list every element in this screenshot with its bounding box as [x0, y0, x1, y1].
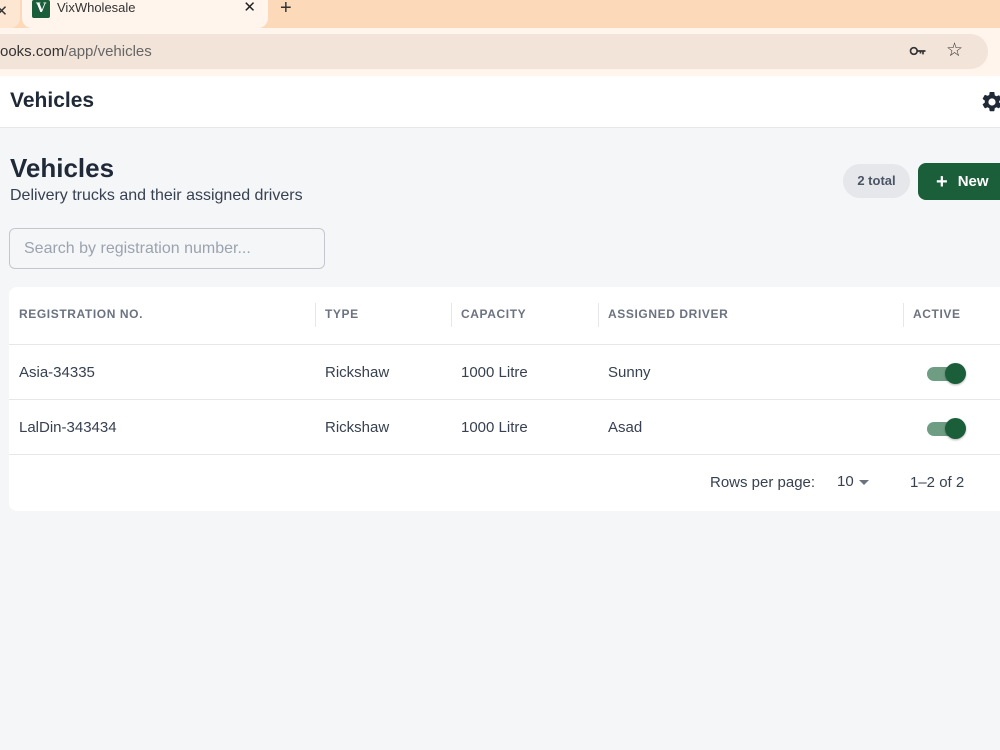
browser-tab-previous[interactable]: ✕ — [0, 0, 20, 28]
rows-per-page-select[interactable]: 10 — [837, 473, 854, 490]
url-text: ooks.com/app/vehicles — [0, 43, 152, 60]
app-header: Vehicles — [0, 76, 1000, 128]
key-icon[interactable] — [908, 41, 928, 61]
url-field[interactable]: ooks.com/app/vehicles ☆ — [0, 34, 988, 69]
url-path: /app/vehicles — [64, 43, 152, 60]
chevron-down-icon[interactable] — [859, 480, 869, 485]
column-header-assigned-driver[interactable]: ASSIGNED DRIVER — [598, 287, 903, 345]
gear-icon[interactable] — [980, 90, 1000, 114]
browser-tab-strip: ✕ V VixWholesale ✕ + — [0, 0, 1000, 28]
vehicles-table: REGISTRATION NO. TYPE CAPACITY ASSIGNED … — [9, 287, 1000, 511]
pagination-range: 1–2 of 2 — [910, 474, 965, 491]
page-title: Vehicles — [10, 153, 115, 183]
active-toggle[interactable] — [927, 362, 967, 384]
table-row[interactable]: Asia-34335 Rickshaw 1000 Litre Sunny — [9, 346, 1000, 400]
table-row[interactable]: LalDin-343434 Rickshaw 1000 Litre Asad — [9, 401, 1000, 455]
column-header-capacity[interactable]: CAPACITY — [451, 287, 598, 345]
cell-capacity: 1000 Litre — [461, 419, 528, 436]
column-header-type[interactable]: TYPE — [315, 287, 451, 345]
cell-type: Rickshaw — [325, 419, 390, 436]
cell-registration: LalDin-343434 — [19, 419, 117, 436]
rows-per-page-label: Rows per page: — [710, 474, 816, 491]
app-header-title: Vehicles — [10, 89, 95, 112]
cell-type: Rickshaw — [325, 364, 390, 381]
tab-title: VixWholesale — [57, 0, 136, 15]
new-vehicle-button[interactable]: + New — [918, 163, 1000, 200]
plus-icon: + — [936, 171, 948, 193]
page-subtitle: Delivery trucks and their assigned drive… — [10, 187, 303, 204]
favicon-icon: V — [32, 0, 50, 18]
table-pagination: Rows per page: 10 1–2 of 2 — [9, 457, 1000, 511]
browser-address-bar: ooks.com/app/vehicles ☆ — [0, 28, 1000, 76]
toggle-thumb — [945, 418, 966, 439]
active-toggle[interactable] — [927, 417, 967, 439]
cell-driver: Sunny — [608, 364, 651, 381]
browser-tab-active[interactable]: V VixWholesale ✕ — [22, 0, 268, 28]
close-icon[interactable]: ✕ — [243, 0, 256, 16]
cell-driver: Asad — [608, 419, 643, 436]
cell-registration: Asia-34335 — [19, 364, 95, 381]
new-tab-plus-icon[interactable]: + — [280, 0, 292, 20]
table-header: REGISTRATION NO. TYPE CAPACITY ASSIGNED … — [9, 287, 1000, 345]
total-count-badge: 2 total — [843, 164, 910, 198]
url-host: ooks.com — [0, 43, 65, 60]
star-icon[interactable]: ☆ — [946, 39, 963, 62]
tab-close-icon[interactable]: ✕ — [0, 2, 8, 20]
cell-capacity: 1000 Litre — [461, 364, 528, 381]
search-input[interactable] — [9, 228, 325, 269]
column-header-registration[interactable]: REGISTRATION NO. — [9, 287, 315, 345]
toggle-thumb — [945, 363, 966, 384]
column-header-active[interactable]: ACTIVE — [903, 287, 1000, 345]
new-button-label: New — [957, 173, 989, 190]
